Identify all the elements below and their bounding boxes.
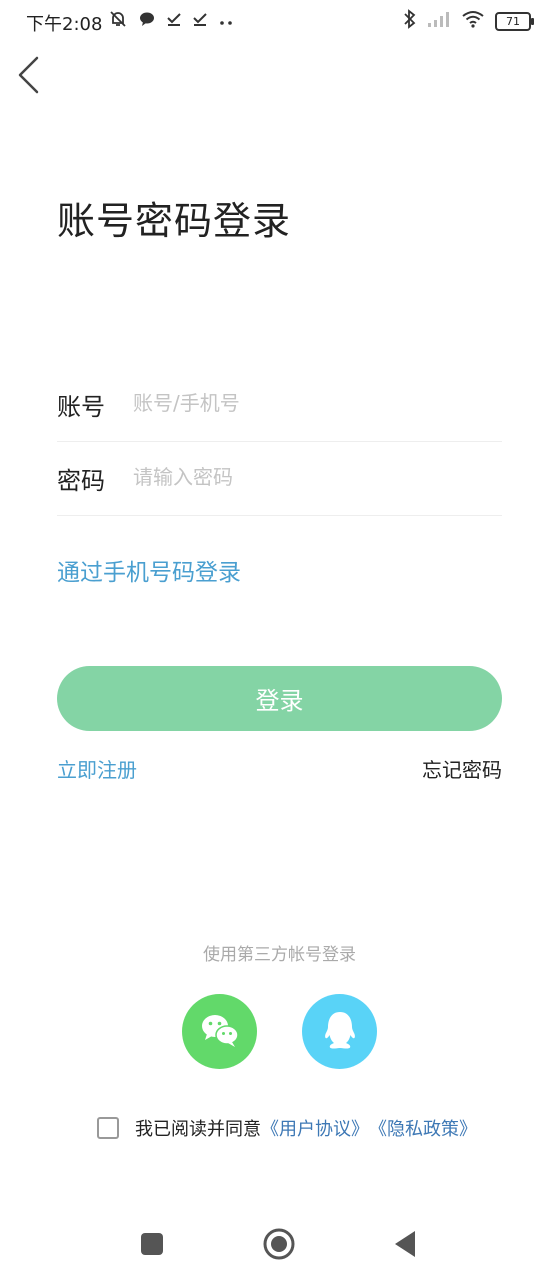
check-download-icon — [166, 11, 182, 31]
check-download-icon — [192, 11, 208, 31]
password-input[interactable] — [133, 457, 493, 497]
phone-login-link[interactable]: 通过手机号码登录 — [57, 553, 241, 587]
triangle-back-icon — [393, 1230, 417, 1262]
agreement-checkbox[interactable] — [97, 1117, 119, 1139]
password-row: 密码 — [57, 441, 502, 516]
chevron-left-icon — [14, 56, 48, 100]
third-party-title: 使用第三方帐号登录 — [203, 945, 356, 965]
system-back-button[interactable] — [389, 1230, 421, 1262]
user-agreement-link[interactable]: 《用户协议》 — [261, 1115, 369, 1141]
account-label: 账号 — [57, 393, 105, 421]
recents-button[interactable] — [136, 1230, 168, 1262]
qq-icon — [322, 1009, 358, 1055]
agreement-row: 我已阅读并同意 《用户协议》 《隐私政策》 — [97, 1114, 477, 1142]
home-button[interactable] — [263, 1228, 295, 1264]
status-icons-left — [108, 10, 234, 32]
register-link[interactable]: 立即注册 — [57, 754, 137, 783]
wifi-icon — [461, 10, 485, 32]
page-title: 账号密码登录 — [57, 199, 292, 243]
privacy-policy-link[interactable]: 《隐私政策》 — [369, 1115, 477, 1141]
account-row: 账号 — [57, 367, 502, 442]
signal-icon — [427, 11, 451, 31]
wechat-login-button[interactable] — [182, 994, 257, 1069]
bluetooth-icon — [403, 9, 417, 33]
agreement-text: 我已阅读并同意 — [135, 1119, 261, 1140]
password-label: 密码 — [57, 467, 105, 495]
battery-icon: 71 — [495, 11, 534, 31]
login-button[interactable]: 登录 — [57, 666, 502, 731]
mute-bell-icon — [108, 9, 128, 33]
wechat-icon — [199, 1012, 241, 1052]
forgot-password-link[interactable]: 忘记密码 — [422, 754, 502, 783]
chat-bubble-icon — [138, 10, 156, 32]
circle-home-icon — [263, 1228, 295, 1264]
account-input[interactable] — [133, 383, 493, 423]
square-recents-icon — [140, 1232, 164, 1260]
qq-login-button[interactable] — [302, 994, 377, 1069]
navigation-bar — [0, 1212, 559, 1276]
status-bar: 下午2:08 71 — [0, 0, 559, 42]
back-button[interactable] — [14, 54, 48, 96]
more-dots-icon — [218, 12, 234, 31]
status-time: 下午2:08 — [26, 14, 103, 35]
status-icons-right: 71 — [403, 9, 534, 33]
